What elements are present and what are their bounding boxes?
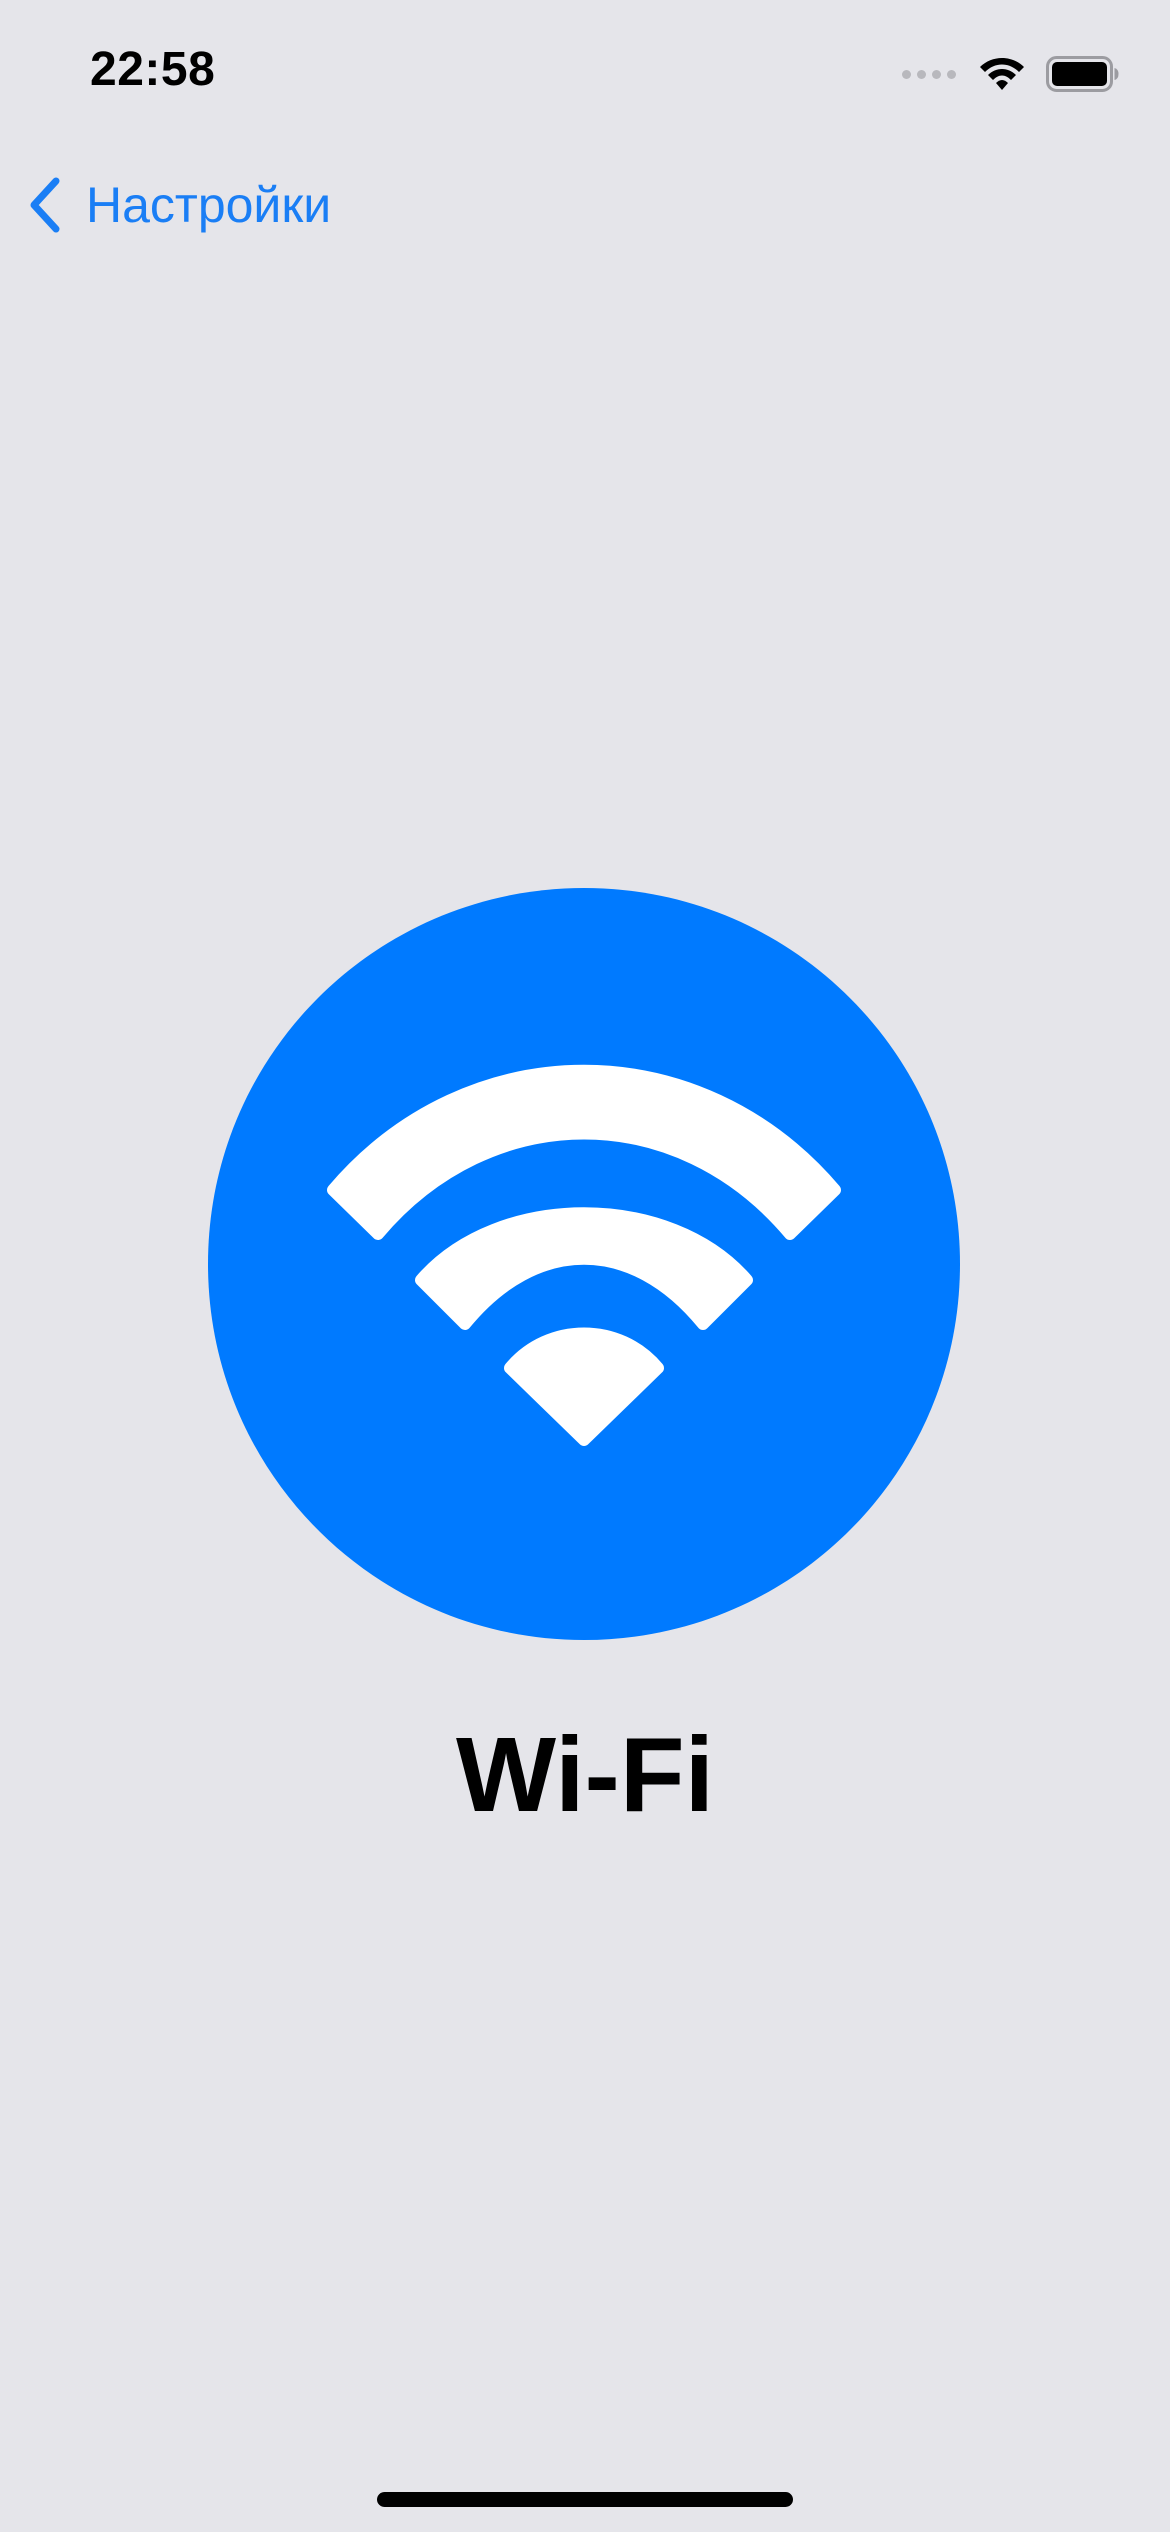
back-button[interactable]: Настройки — [26, 175, 331, 235]
status-icons — [902, 50, 1120, 98]
cellular-signal-icon — [902, 69, 956, 79]
chevron-left-icon — [30, 177, 60, 233]
status-bar: 22:58 — [0, 0, 1170, 150]
back-button-label: Настройки — [86, 177, 332, 233]
home-indicator[interactable] — [377, 2492, 793, 2507]
wifi-status-icon — [980, 58, 1024, 90]
battery-icon — [1046, 56, 1119, 92]
page-title: Wi-Fi — [455, 1716, 715, 1834]
status-time: 22:58 — [90, 43, 216, 96]
navigation-bar: Настройки — [0, 160, 331, 250]
wifi-icon — [208, 888, 960, 1640]
